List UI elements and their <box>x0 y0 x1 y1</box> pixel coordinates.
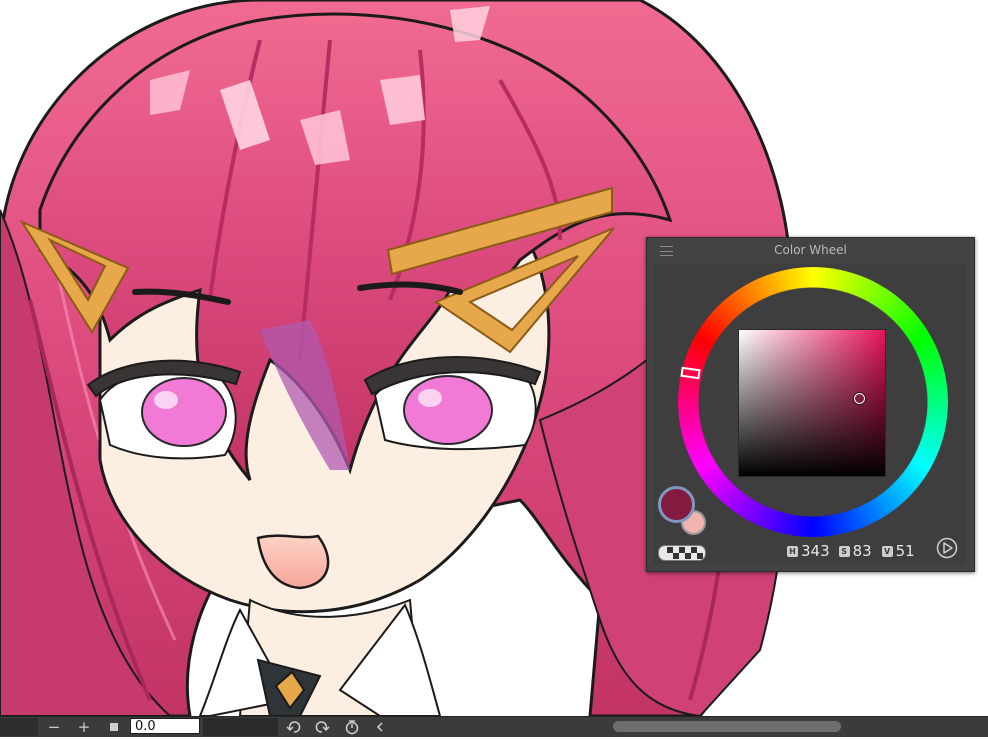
saturation-value-square[interactable] <box>738 329 886 477</box>
canvas-status-bar: − + 0.0 <box>0 716 988 737</box>
horizontal-scrollbar-thumb[interactable] <box>613 721 841 732</box>
color-wheel <box>678 267 948 537</box>
panel-header: Color Wheel <box>647 238 974 264</box>
panel-title: Color Wheel <box>774 243 847 257</box>
navigator-slot <box>0 718 38 736</box>
rotate-left-icon[interactable] <box>286 719 302 735</box>
hue-value[interactable]: 343 <box>801 542 830 560</box>
saturation-value[interactable]: 83 <box>853 542 873 560</box>
zoom-out-button[interactable]: − <box>44 718 64 736</box>
reset-rotation-icon[interactable] <box>344 719 360 735</box>
play-circle-icon[interactable] <box>936 537 958 559</box>
hsv-readout: H 343 S 83 V 51 <box>787 541 922 561</box>
stop-icon[interactable] <box>104 718 124 736</box>
value-label: V <box>881 545 893 557</box>
color-wheel-panel: Color Wheel H 343 S 83 V 51 <box>646 237 975 572</box>
eye-right-highlight <box>418 389 442 407</box>
chevron-left-icon[interactable] <box>372 719 388 735</box>
sv-marker[interactable] <box>854 393 865 404</box>
hue-label: H <box>787 545 798 557</box>
eye-right-iris <box>403 375 493 445</box>
saturation-label: S <box>838 545 850 557</box>
transparent-color-button[interactable] <box>658 545 706 561</box>
value-value[interactable]: 51 <box>896 542 916 560</box>
rotation-angle-field[interactable]: 0.0 <box>130 718 200 734</box>
rotate-right-icon[interactable] <box>314 719 330 735</box>
panel-body: H 343 S 83 V 51 <box>653 264 966 564</box>
main-color-swatch[interactable] <box>658 486 695 523</box>
eye-left-iris <box>141 377 227 447</box>
zoom-in-button[interactable]: + <box>74 718 94 736</box>
eye-left-highlight <box>154 391 178 409</box>
status-bar-spacer <box>203 718 278 736</box>
